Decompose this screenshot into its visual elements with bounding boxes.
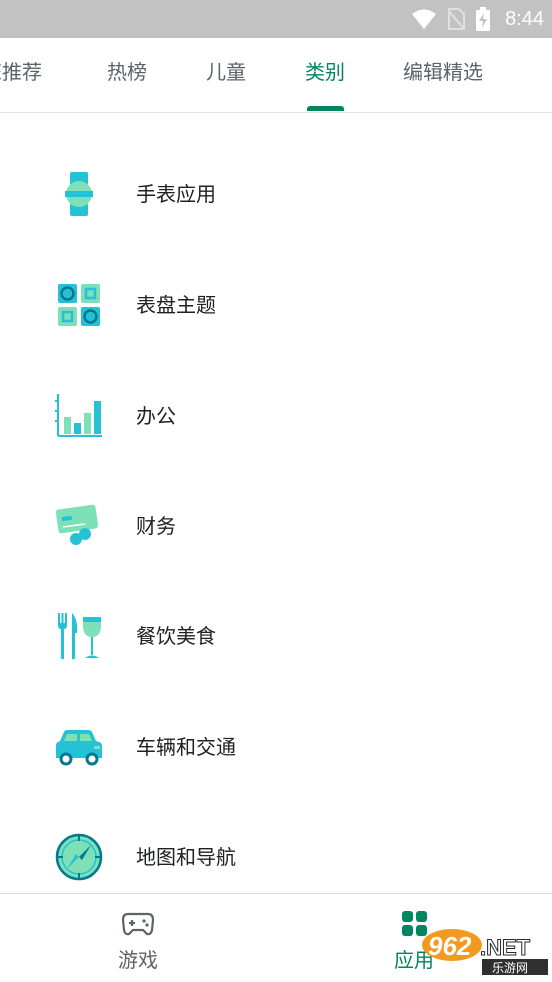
finance-card-icon	[55, 504, 99, 545]
category-item-maps-navigation[interactable]: 地图和导航	[0, 802, 552, 893]
tab-recommended[interactable]: 您推荐	[0, 38, 42, 112]
food-drink-icon	[58, 613, 101, 659]
battery-charging-icon	[476, 7, 491, 31]
category-label: 表盘主题	[136, 293, 216, 317]
status-icons: 8:44	[411, 0, 544, 38]
tab-editors-choice[interactable]: 编辑精选	[403, 38, 483, 112]
category-item-office[interactable]: 办公	[0, 361, 552, 471]
tab-categories[interactable]: 类别	[305, 38, 345, 112]
no-sim-icon	[447, 8, 466, 30]
category-item-watch-apps[interactable]: 手表应用	[0, 139, 552, 249]
category-item-vehicles-transport[interactable]: 车辆和交通	[0, 692, 552, 802]
category-label: 地图和导航	[136, 845, 236, 869]
category-label: 手表应用	[136, 182, 216, 206]
nav-item-games[interactable]: 游戏	[68, 894, 208, 982]
watermark-logo: 962 .NET 乐游网	[422, 929, 548, 975]
active-tab-indicator	[307, 106, 344, 111]
watch-face-icon	[58, 284, 100, 326]
status-time: 8:44	[505, 7, 544, 30]
compass-icon	[55, 833, 103, 881]
top-tabs: 您推荐 热榜 儿童 类别 编辑精选	[0, 38, 552, 113]
watch-icon	[65, 172, 93, 216]
category-item-food-drink[interactable]: 餐饮美食	[0, 581, 552, 691]
category-item-finance[interactable]: 财务	[0, 471, 552, 581]
svg-text:乐游网: 乐游网	[492, 961, 528, 975]
car-icon	[56, 730, 102, 766]
category-list: 手表应用 表盘主题 办公 财务 餐饮美食 车辆和交通 地图和导航	[0, 113, 552, 893]
wifi-icon	[412, 9, 437, 29]
tab-kids[interactable]: 儿童	[206, 38, 246, 112]
gamepad-icon	[121, 912, 155, 936]
svg-text:962: 962	[428, 931, 472, 961]
nav-label: 游戏	[118, 948, 158, 972]
category-label: 财务	[136, 514, 176, 538]
category-label: 车辆和交通	[136, 735, 236, 759]
category-label: 餐饮美食	[136, 624, 216, 648]
category-label: 办公	[136, 404, 176, 428]
tab-top-charts[interactable]: 热榜	[107, 38, 147, 112]
svg-text:.NET: .NET	[480, 935, 531, 960]
status-bar: 8:44	[0, 0, 552, 38]
office-chart-icon	[55, 394, 102, 437]
category-item-watch-faces[interactable]: 表盘主题	[0, 250, 552, 360]
